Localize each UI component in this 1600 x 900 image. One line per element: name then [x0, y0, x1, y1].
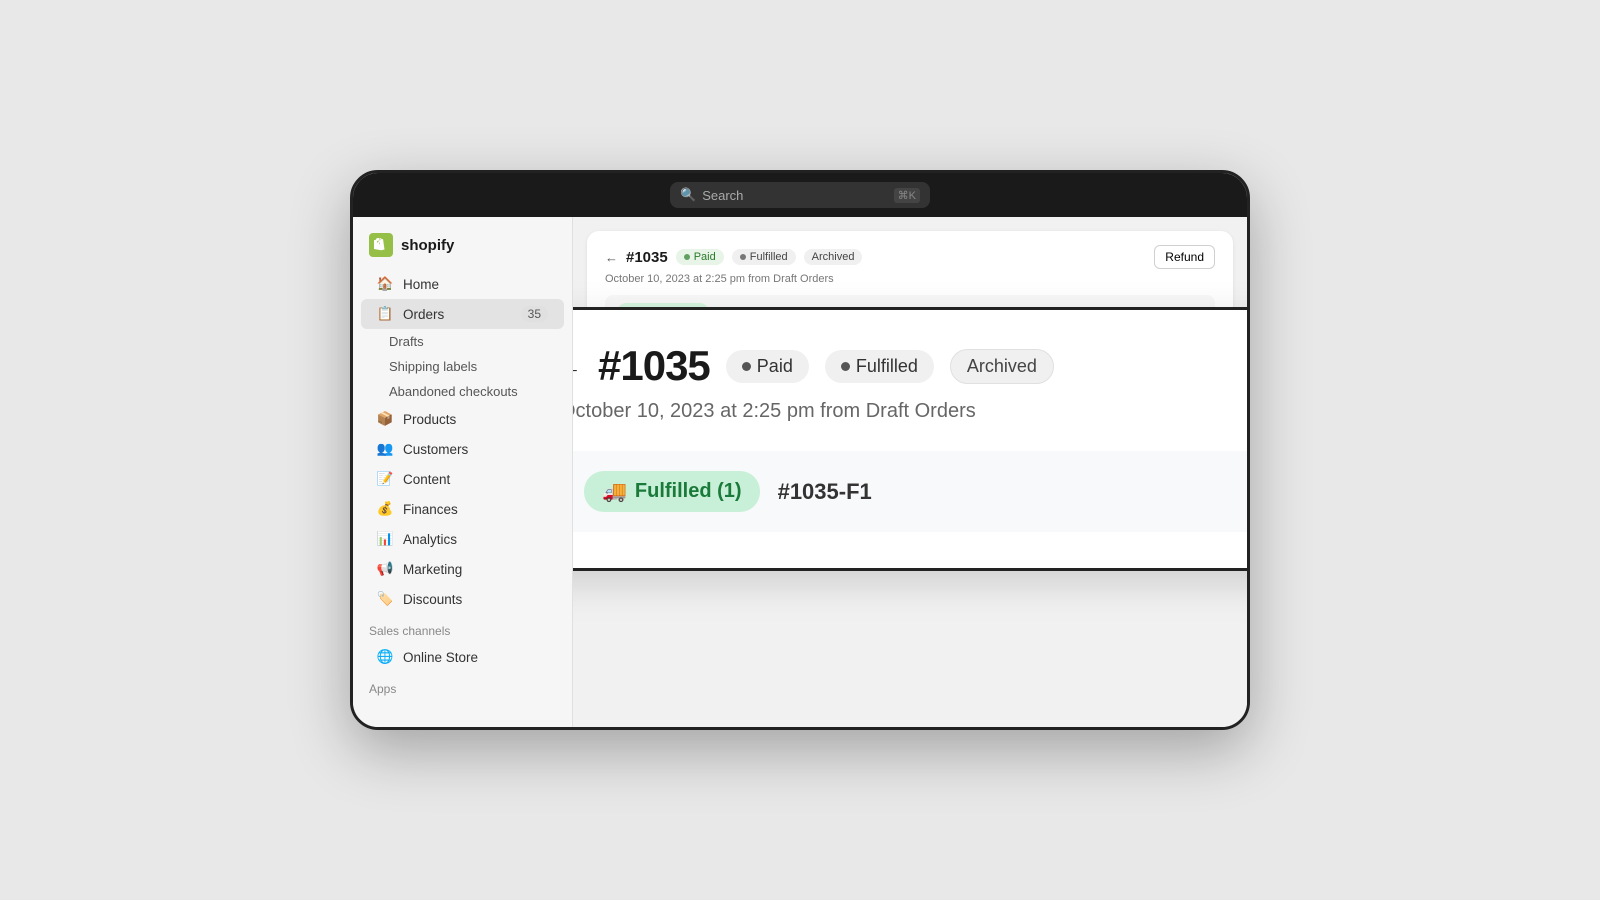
order-number-small: #1035: [626, 249, 668, 266]
sidebar-logo: shopify: [353, 229, 572, 269]
badge-archived-big: Archived: [950, 349, 1054, 384]
back-arrow-big[interactable]: ←: [573, 351, 582, 382]
refund-button-small[interactable]: Refund: [1154, 245, 1215, 269]
fulfilled-dot-big: [841, 362, 850, 371]
sidebar-item-online-store[interactable]: 🌐 Online Store: [361, 642, 564, 672]
abandoned-checkouts-label: Abandoned checkouts: [389, 384, 518, 399]
fulfilled-badge-big: 🚚 Fulfilled (1): [584, 471, 760, 512]
finances-icon: 💰: [377, 501, 393, 517]
home-icon: 🏠: [377, 276, 393, 292]
order-number-big: #1035: [598, 342, 710, 390]
shipping-labels-label: Shipping labels: [389, 359, 477, 374]
app-name: shopify: [401, 237, 454, 254]
sidebar-item-orders[interactable]: 📋 Orders 35: [361, 299, 564, 329]
order-date-small: October 10, 2023 at 2:25 pm from Draft O…: [605, 273, 1215, 285]
analytics-label: Analytics: [403, 532, 457, 547]
sidebar-subitem-shipping-labels[interactable]: Shipping labels: [353, 354, 572, 379]
home-label: Home: [403, 277, 439, 292]
badge-paid-big: Paid: [726, 350, 809, 383]
finances-label: Finances: [403, 502, 458, 517]
badge-fulfilled-small: Fulfilled: [732, 249, 796, 265]
sidebar-item-marketing[interactable]: 📢 Marketing: [361, 554, 564, 584]
sidebar-subitem-drafts[interactable]: Drafts: [353, 329, 572, 354]
search-placeholder: Search: [702, 188, 893, 203]
sidebar-item-finances[interactable]: 💰 Finances: [361, 494, 564, 524]
overlay-header: ← #1035 Paid Fulfilled Archived: [573, 342, 1247, 390]
browser-window: 🔍 Search ⌘K shopify 🏠 Home 📋 Or: [350, 170, 1250, 730]
sidebar-item-content[interactable]: 📝 Content: [361, 464, 564, 494]
fulfillment-section-big: 🚚 Fulfilled (1) #1035-F1: [573, 451, 1247, 532]
orders-label: Orders: [403, 307, 444, 322]
shopify-logo-icon: [369, 233, 393, 257]
sidebar-item-products[interactable]: 📦 Products: [361, 404, 564, 434]
products-label: Products: [403, 412, 456, 427]
customers-icon: 👥: [377, 441, 393, 457]
drafts-label: Drafts: [389, 334, 424, 349]
sidebar: shopify 🏠 Home 📋 Orders 35 Drafts Shippi…: [353, 217, 573, 727]
sidebar-item-customers[interactable]: 👥 Customers: [361, 434, 564, 464]
truck-icon-big: 🚚: [602, 479, 627, 504]
main-content: ← #1035 Paid Fulfilled Archived Refund: [573, 217, 1247, 727]
products-icon: 📦: [377, 411, 393, 427]
apps-section: Apps: [353, 672, 572, 700]
content-icon: 📝: [377, 471, 393, 487]
fulfilled-dot-small: [740, 254, 746, 260]
badge-paid-small: Paid: [676, 249, 724, 265]
analytics-icon: 📊: [377, 531, 393, 547]
paid-dot-small: [684, 254, 690, 260]
browser-body: shopify 🏠 Home 📋 Orders 35 Drafts Shippi…: [353, 217, 1247, 727]
search-icon: 🔍: [680, 187, 696, 203]
paid-dot-big: [742, 362, 751, 371]
online-store-label: Online Store: [403, 650, 478, 665]
browser-topbar: 🔍 Search ⌘K: [353, 173, 1247, 217]
content-label: Content: [403, 472, 450, 487]
order-overlay-card: ← #1035 Paid Fulfilled Archived October …: [573, 307, 1247, 571]
search-shortcut: ⌘K: [894, 188, 920, 203]
fulfillment-id-big: #1035-F1: [778, 479, 872, 505]
orders-icon: 📋: [377, 306, 393, 322]
sidebar-item-analytics[interactable]: 📊 Analytics: [361, 524, 564, 554]
sidebar-subitem-abandoned-checkouts[interactable]: Abandoned checkouts: [353, 379, 572, 404]
order-date-big: October 10, 2023 at 2:25 pm from Draft O…: [573, 400, 1247, 423]
marketing-icon: 📢: [377, 561, 393, 577]
sidebar-item-discounts[interactable]: 🏷️ Discounts: [361, 584, 564, 614]
badge-fulfilled-big: Fulfilled: [825, 350, 934, 383]
marketing-label: Marketing: [403, 562, 462, 577]
discounts-label: Discounts: [403, 592, 462, 607]
discounts-icon: 🏷️: [377, 591, 393, 607]
online-store-icon: 🌐: [377, 649, 393, 665]
badge-archived-small: Archived: [804, 249, 863, 265]
orders-badge: 35: [521, 306, 548, 322]
sidebar-item-home[interactable]: 🏠 Home: [361, 269, 564, 299]
search-bar[interactable]: 🔍 Search ⌘K: [670, 182, 930, 208]
sales-channels-section: Sales channels: [353, 614, 572, 642]
back-arrow-small[interactable]: ←: [605, 250, 618, 265]
order-header-small: ← #1035 Paid Fulfilled Archived Refund: [605, 245, 1215, 269]
customers-label: Customers: [403, 442, 468, 457]
